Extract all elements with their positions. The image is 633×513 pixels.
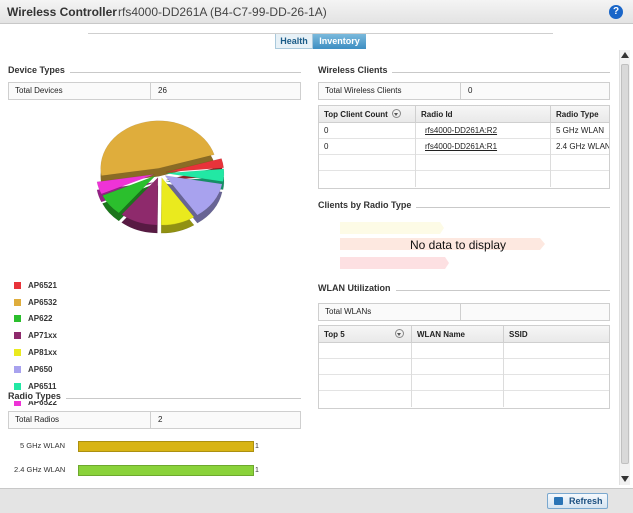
legend-swatch xyxy=(14,315,21,323)
legend-item: AP81xx xyxy=(14,344,57,361)
refresh-button[interactable]: Refresh xyxy=(547,493,608,509)
sort-dropdown-icon[interactable] xyxy=(391,109,401,119)
total-radios-value: 2 xyxy=(158,415,163,424)
client-count-cell: 0 xyxy=(319,139,416,155)
column-header-ssid[interactable]: SSID xyxy=(504,326,609,343)
legend-item: AP622 xyxy=(14,311,57,328)
total-wlans-row: Total WLANs xyxy=(318,303,610,321)
column-header-wlan-name[interactable]: WLAN Name xyxy=(412,326,504,343)
total-wlans-label: Total WLANs xyxy=(319,304,461,320)
legend-swatch xyxy=(14,281,21,289)
device-types-pie-chart xyxy=(96,120,225,234)
legend-item: AP650 xyxy=(14,361,57,378)
header-bar: Wireless Controller rfs4000-DD261A (B4-C… xyxy=(0,0,633,24)
radio-bar-value-24ghz: 1 xyxy=(255,467,259,474)
table-row[interactable]: 0 rfs4000-DD261A:R1 2.4 GHz WLAN xyxy=(319,139,609,155)
refresh-icon xyxy=(554,497,563,505)
legend-label: AP6521 xyxy=(28,280,57,290)
sort-dropdown-icon[interactable] xyxy=(394,329,404,339)
legend-swatch xyxy=(14,382,21,390)
legend-item: AP6532 xyxy=(14,294,57,311)
tab-health[interactable]: Health xyxy=(275,34,313,49)
refresh-label: Refresh xyxy=(569,496,603,506)
column-header-top-client-count[interactable]: Top Client Count xyxy=(319,106,416,123)
radio-bar-24ghz xyxy=(78,465,254,476)
column-header-top-5[interactable]: Top 5 xyxy=(319,326,412,343)
legend-item: AP71xx xyxy=(14,327,57,344)
radio-bar-label-24ghz: 2.4 GHz WLAN xyxy=(14,465,66,474)
radio-type-cell: 2.4 GHz WLAN xyxy=(556,142,609,151)
legend-swatch xyxy=(14,298,21,306)
radio-bar-label-5ghz: 5 GHz WLAN xyxy=(20,441,66,450)
total-wireless-clients-row: Total Wireless Clients 0 xyxy=(318,82,610,100)
column-header-radio-type[interactable]: Radio Type xyxy=(551,106,609,123)
legend-swatch xyxy=(14,365,21,373)
table-row xyxy=(319,343,609,359)
section-divider xyxy=(66,398,301,399)
legend-label: AP6511 xyxy=(28,381,57,391)
total-wireless-clients-value: 0 xyxy=(468,86,473,95)
section-divider xyxy=(392,72,610,73)
legend-label: AP650 xyxy=(28,364,53,374)
total-radios-row: Total Radios 2 xyxy=(8,411,301,429)
table-row xyxy=(319,155,609,171)
table-row[interactable]: 0 rfs4000-DD261A:R2 5 GHz WLAN xyxy=(319,123,609,139)
no-data-message: No data to display xyxy=(410,238,507,252)
wireless-clients-table: Top Client Count Radio Id Radio Type 0 r… xyxy=(318,105,610,189)
total-devices-label: Total Devices xyxy=(9,83,151,99)
radio-type-cell: 5 GHz WLAN xyxy=(556,126,605,135)
footer-bar xyxy=(0,488,633,513)
client-count-cell: 0 xyxy=(319,123,416,139)
legend-label: AP6532 xyxy=(28,297,57,307)
legend-item: AP6521 xyxy=(14,277,57,294)
section-divider xyxy=(388,290,610,291)
wlan-utilization-table: Top 5 WLAN Name SSID xyxy=(318,325,610,409)
total-devices-value: 26 xyxy=(158,86,167,95)
legend-swatch xyxy=(14,332,21,340)
legend-swatch xyxy=(14,349,21,357)
total-wireless-clients-label: Total Wireless Clients xyxy=(319,83,461,99)
section-divider xyxy=(68,72,301,73)
device-name: rfs4000-DD261A (B4-C7-99-DD-26-1A) xyxy=(118,5,327,19)
radio-types-heading: Radio Types xyxy=(8,391,66,401)
scroll-up-arrow-icon[interactable] xyxy=(619,50,630,61)
radio-bar-value-5ghz: 1 xyxy=(255,443,259,450)
device-types-heading: Device Types xyxy=(8,65,70,75)
table-row xyxy=(319,171,609,187)
help-icon[interactable]: ? xyxy=(609,5,623,19)
table-row xyxy=(319,375,609,391)
table-row xyxy=(319,391,609,407)
legend-label: AP81xx xyxy=(28,348,57,358)
radio-bar-5ghz xyxy=(78,441,254,452)
wireless-clients-heading: Wireless Clients xyxy=(318,65,393,75)
page-title: Wireless Controller xyxy=(7,5,117,19)
legend-label: AP622 xyxy=(28,314,53,324)
table-row xyxy=(319,359,609,375)
scroll-down-arrow-icon[interactable] xyxy=(619,474,630,485)
tab-inventory[interactable]: Inventory xyxy=(313,34,366,49)
radio-id-link[interactable]: rfs4000-DD261A:R2 xyxy=(425,126,497,135)
scrollbar-thumb[interactable] xyxy=(621,64,629,464)
legend-label: AP71xx xyxy=(28,331,57,341)
wlan-utilization-heading: WLAN Utilization xyxy=(318,283,396,293)
section-divider xyxy=(410,207,610,208)
total-devices-row: Total Devices 26 xyxy=(8,82,301,100)
total-radios-label: Total Radios xyxy=(9,412,151,428)
radio-id-link[interactable]: rfs4000-DD261A:R1 xyxy=(425,142,497,151)
column-header-radio-id[interactable]: Radio Id xyxy=(416,106,551,123)
clients-by-radio-type-heading: Clients by Radio Type xyxy=(318,200,417,210)
